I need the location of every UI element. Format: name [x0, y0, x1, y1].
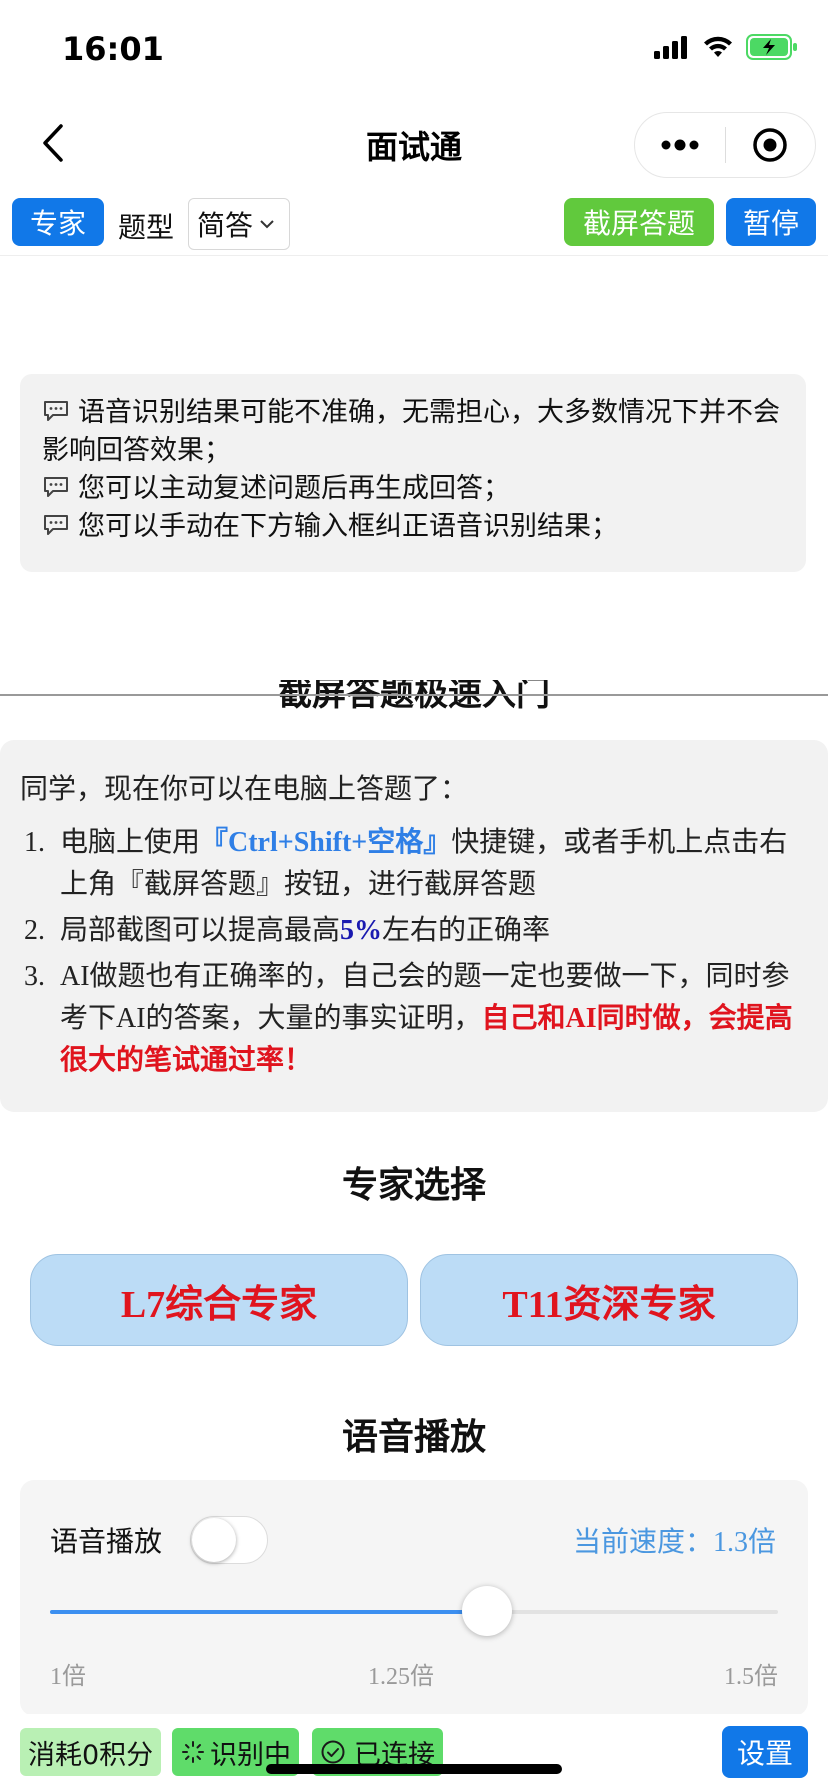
guide-item-number: 3. — [24, 961, 45, 992]
speed-tick-mid: 1.25倍 — [368, 1664, 434, 1690]
speed-tick-max: 1.5倍 — [724, 1664, 778, 1690]
status-bar: 16:01 — [0, 0, 828, 100]
speed-slider-fill — [50, 1610, 487, 1614]
guide-item-keyword: 『Ctrl+Shift+空格』 — [200, 827, 452, 858]
expert-section-title: 专家选择 — [341, 1165, 486, 1206]
voice-toggle[interactable] — [190, 1516, 268, 1564]
status-time: 16:01 — [62, 30, 164, 68]
speech-tips-box: 语音识别结果可能不准确，无需担心，大多数情况下并不会影响回答效果； 您可以主动复… — [20, 374, 806, 572]
guide-item-text: 电脑上使用 — [60, 827, 201, 858]
tip-text: 您可以手动在下方输入框纠正语音识别结果； — [78, 511, 618, 542]
voice-settings-box: 语音播放 当前速度：1.3倍 1倍 1.25倍 1.5倍 — [20, 1480, 808, 1716]
voice-section-title: 语音播放 — [341, 1417, 486, 1458]
chat-bubble-icon — [44, 477, 68, 497]
signal-icon — [654, 36, 687, 59]
mini-program-capsule — [634, 112, 816, 178]
guide-item-text: 左右的正确率 — [382, 915, 551, 946]
check-circle-icon — [321, 1740, 345, 1764]
status-icons — [654, 34, 798, 60]
question-type-select[interactable]: 简答 — [188, 198, 290, 250]
guide-item: 2. 局部截图可以提高最高5%左右的正确率 — [20, 910, 808, 952]
points-badge: 消耗0积分 — [20, 1728, 162, 1776]
guide-item: 3. AI做题也有正确率的，自己会的题一定也要做一下，同时参考下AI的答案，大量… — [20, 956, 808, 1082]
speed-slider-thumb[interactable] — [461, 1586, 512, 1636]
target-circle-icon — [753, 128, 787, 162]
guide-item-number: 1. — [24, 827, 45, 858]
tip-text: 语音识别结果可能不准确，无需担心，大多数情况下并不会影响回答效果； — [42, 397, 780, 466]
guide-list: 1. 电脑上使用『Ctrl+Shift+空格』快捷键，或者手机上点击右上角『截屏… — [20, 822, 808, 1082]
guide-item-number: 2. — [24, 915, 45, 946]
pause-button[interactable]: 暂停 — [726, 198, 816, 246]
tip-item: 您可以手动在下方输入框纠正语音识别结果； — [42, 508, 784, 546]
panel-split-line — [0, 694, 828, 696]
toolbar-divider — [0, 255, 828, 256]
settings-button[interactable]: 设置 — [722, 1726, 808, 1778]
expert-option-l7[interactable]: L7综合专家 — [30, 1254, 408, 1346]
battery-charging-icon — [746, 34, 797, 60]
close-program-button[interactable] — [726, 112, 816, 178]
loading-spinner-icon — [182, 1741, 204, 1763]
more-dots-icon — [661, 139, 699, 151]
guide-item-keyword: 5% — [340, 915, 383, 946]
quickstart-guide-box: 同学，现在你可以在电脑上答题了： 1. 电脑上使用『Ctrl+Shift+空格』… — [0, 740, 828, 1112]
voice-toggle-label: 语音播放 — [50, 1525, 163, 1558]
toolbar: 专家 题型 简答 截屏答题 暂停 — [0, 196, 828, 254]
current-speed-text: 当前速度：1.3倍 — [572, 1527, 776, 1558]
tip-item: 语音识别结果可能不准确，无需担心，大多数情况下并不会影响回答效果； — [42, 394, 784, 470]
question-type-value: 简答 — [197, 209, 254, 242]
chat-bubble-icon — [44, 401, 68, 421]
expert-option-t11[interactable]: T11资深专家 — [420, 1254, 798, 1346]
tip-item: 您可以主动复述问题后再生成回答； — [42, 470, 784, 508]
guide-item-text: 局部截图可以提高最高 — [60, 915, 341, 946]
chat-bubble-icon — [44, 515, 68, 535]
bottom-status-bar: 消耗0积分 识别中 已连接 设置 — [0, 1714, 828, 1792]
speed-slider[interactable] — [50, 1586, 778, 1636]
nav-bar: 面试通 — [0, 100, 828, 188]
question-type-label: 题型 — [118, 211, 175, 244]
tip-text: 您可以主动复述问题后再生成回答； — [78, 473, 510, 504]
voice-toggle-knob — [192, 1518, 236, 1562]
wifi-icon — [704, 36, 732, 57]
home-indicator[interactable] — [266, 1764, 562, 1774]
expert-button[interactable]: 专家 — [12, 198, 104, 246]
more-button[interactable] — [635, 112, 725, 178]
screenshot-answer-button[interactable]: 截屏答题 — [564, 198, 714, 246]
guide-intro: 同学，现在你可以在电脑上答题了： — [20, 774, 469, 805]
chevron-down-icon — [260, 220, 274, 229]
speed-tick-min: 1倍 — [50, 1664, 86, 1690]
guide-item: 1. 电脑上使用『Ctrl+Shift+空格』快捷键，或者手机上点击右上角『截屏… — [20, 822, 808, 906]
